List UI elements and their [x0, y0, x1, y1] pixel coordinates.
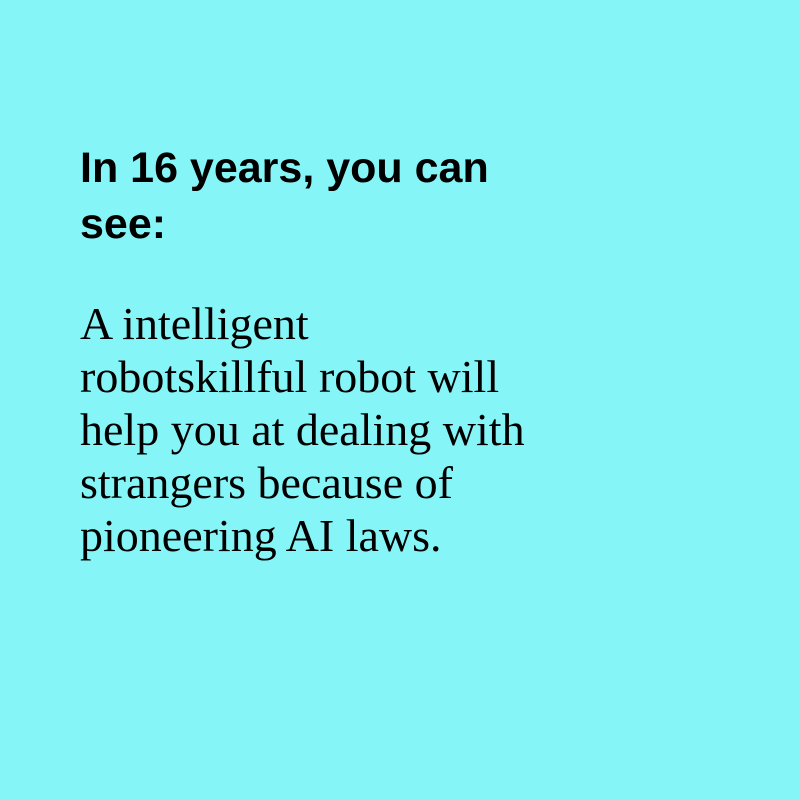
- body-line-1: A intelligent: [80, 298, 309, 349]
- body-line-5: pioneering AI laws.: [80, 510, 442, 561]
- card-heading: In 16 years, you can see:: [80, 140, 680, 252]
- body-line-3: help you at dealing with: [80, 404, 525, 455]
- card-body-text: A intelligent robotskillful robot will h…: [80, 297, 680, 562]
- body-line-2: robotskillful robot will: [80, 351, 500, 402]
- heading-line-1: In 16 years, you can: [80, 144, 489, 192]
- text-card: In 16 years, you can see: A intelligent …: [0, 0, 800, 800]
- body-line-4: strangers because of: [80, 457, 453, 508]
- heading-line-2: see:: [80, 200, 167, 248]
